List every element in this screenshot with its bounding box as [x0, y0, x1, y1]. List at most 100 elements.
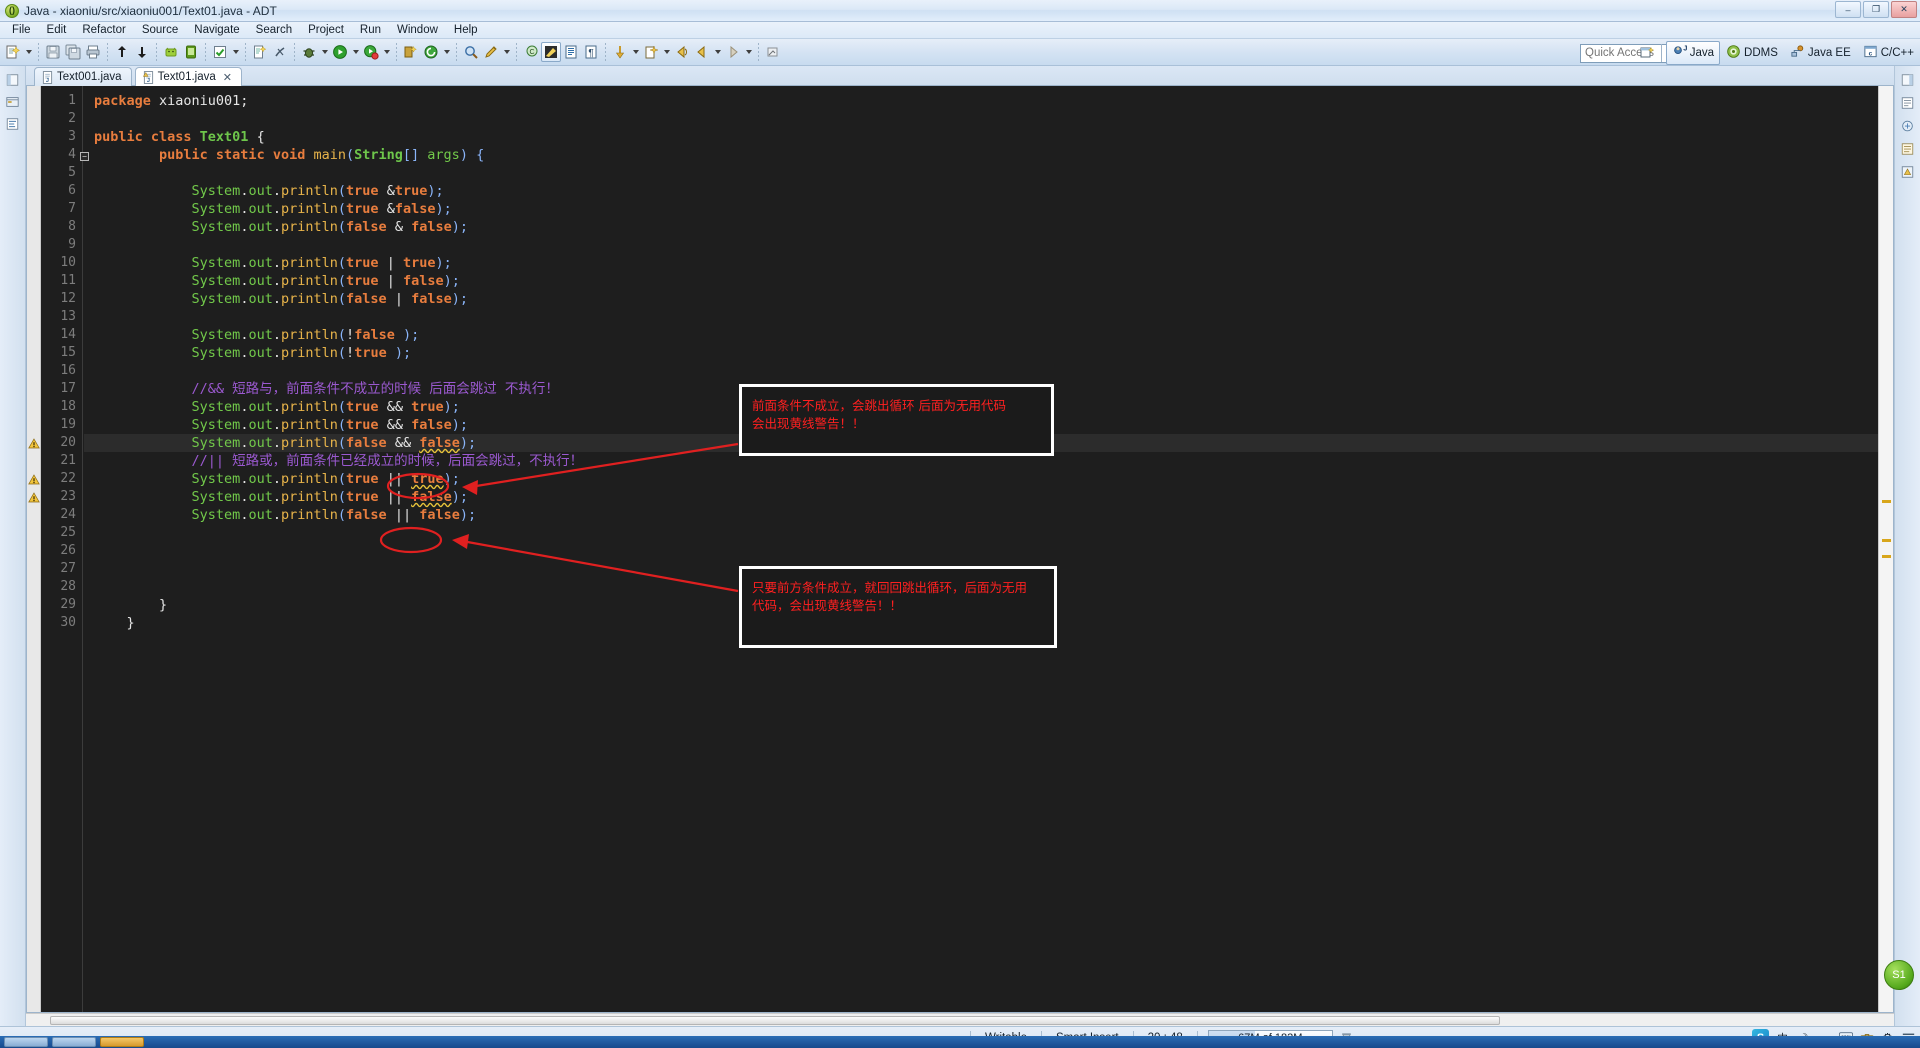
code-line[interactable]: System.out.println(!false );: [84, 326, 1878, 344]
new-java-project-icon[interactable]: [250, 42, 270, 62]
editor-code-area[interactable]: 1 2 3 4−5 6 7 8 9 10 11 12 13 14 15 16 17 18 19 20 21 22 23 24…: [41, 86, 1878, 1012]
next-annotation-dropdown-icon[interactable]: [630, 42, 641, 62]
menu-item-edit[interactable]: Edit: [39, 23, 75, 37]
editor-marker-column[interactable]: [27, 86, 41, 1012]
code-line[interactable]: [84, 524, 1878, 542]
code-line[interactable]: [84, 542, 1878, 560]
code-line[interactable]: [84, 110, 1878, 128]
android-sdk-manager-icon[interactable]: [161, 42, 181, 62]
print-icon[interactable]: [83, 42, 103, 62]
save-icon[interactable]: [43, 42, 63, 62]
new-untitled-icon[interactable]: [763, 42, 783, 62]
back-icon[interactable]: [692, 42, 712, 62]
pencil-dropdown-icon[interactable]: [501, 42, 512, 62]
back-dropdown-icon[interactable]: [712, 42, 723, 62]
code-line[interactable]: System.out.println(true | false);: [84, 272, 1878, 290]
code-line[interactable]: package xiaoniu001;: [84, 92, 1878, 110]
code-line[interactable]: [84, 308, 1878, 326]
editor-tab-close-icon[interactable]: ✕: [223, 71, 232, 84]
new-class-icon[interactable]: [401, 42, 421, 62]
overview-warning-mark[interactable]: [1882, 538, 1891, 542]
export-icon[interactable]: [112, 42, 132, 62]
check-marker-icon[interactable]: [210, 42, 230, 62]
coverage-dropdown-icon[interactable]: [381, 42, 392, 62]
horizontal-scrollbar-thumb[interactable]: [50, 1016, 1500, 1025]
taskbar-item[interactable]: [100, 1037, 144, 1047]
taskbar-item[interactable]: [52, 1037, 96, 1047]
menu-item-file[interactable]: File: [4, 23, 39, 37]
code-line[interactable]: [84, 236, 1878, 254]
perspective-java[interactable]: J Java: [1665, 40, 1721, 65]
pencil-icon[interactable]: [481, 42, 501, 62]
new-wizard-icon[interactable]: [3, 42, 23, 62]
coverage-icon[interactable]: [361, 42, 381, 62]
open-type-icon[interactable]: C: [521, 42, 541, 62]
perspective-cpp[interactable]: c C/C++: [1857, 41, 1920, 65]
debug-dropdown-icon[interactable]: [319, 42, 330, 62]
outline-icon[interactable]: [1899, 118, 1917, 134]
package-explorer-icon[interactable]: [4, 94, 22, 110]
task-list-icon[interactable]: [1899, 95, 1917, 111]
menu-item-source[interactable]: Source: [134, 23, 186, 37]
forward-dropdown-icon[interactable]: [743, 42, 754, 62]
open-perspective-icon[interactable]: [1637, 43, 1657, 63]
editor-tab-1[interactable]: J Text001.java: [34, 67, 132, 86]
code-line[interactable]: [84, 164, 1878, 182]
new-annotation-dropdown-icon[interactable]: [441, 42, 452, 62]
code-line[interactable]: System.out.println(false || false);: [84, 506, 1878, 524]
show-whitespace-icon[interactable]: [561, 42, 581, 62]
debug-icon[interactable]: [299, 42, 319, 62]
search-icon[interactable]: [461, 42, 481, 62]
perspective-javaee[interactable]: Java EE: [1784, 41, 1857, 65]
javadoc-icon[interactable]: [1899, 141, 1917, 157]
import-icon[interactable]: [132, 42, 152, 62]
taskbar-item[interactable]: [4, 1037, 48, 1047]
code-line[interactable]: System.out.println(true &false);: [84, 200, 1878, 218]
save-all-icon[interactable]: [63, 42, 83, 62]
menu-item-window[interactable]: Window: [389, 23, 446, 37]
previous-annotation-dropdown-icon[interactable]: [661, 42, 672, 62]
pilcrow-icon[interactable]: ¶: [581, 42, 601, 62]
code-line[interactable]: System.out.println(false | false);: [84, 290, 1878, 308]
code-line[interactable]: System.out.println(true || true);: [84, 470, 1878, 488]
run-dropdown-icon[interactable]: [350, 42, 361, 62]
maximize-button[interactable]: ❐: [1863, 1, 1889, 18]
toggle-markoccurrences-icon[interactable]: [541, 42, 561, 62]
code-line[interactable]: [84, 362, 1878, 380]
new-wizard-dropdown-icon[interactable]: [23, 42, 34, 62]
code-line[interactable]: System.out.println(false & false);: [84, 218, 1878, 236]
menu-item-help[interactable]: Help: [446, 23, 486, 37]
menu-item-project[interactable]: Project: [300, 23, 352, 37]
warning-marker-icon[interactable]: [28, 437, 40, 449]
previous-annotation-icon[interactable]: [641, 42, 661, 62]
overview-warning-mark[interactable]: [1882, 555, 1891, 559]
minimize-button[interactable]: –: [1835, 1, 1861, 18]
warning-marker-icon[interactable]: [28, 491, 40, 503]
restore-package-explorer-icon[interactable]: [4, 72, 22, 88]
run-icon[interactable]: [330, 42, 350, 62]
new-annotation-icon[interactable]: [421, 42, 441, 62]
last-edit-icon[interactable]: [672, 42, 692, 62]
float-badge[interactable]: S1: [1884, 960, 1914, 990]
next-annotation-icon[interactable]: [610, 42, 630, 62]
forward-icon[interactable]: [723, 42, 743, 62]
android-avd-manager-icon[interactable]: [181, 42, 201, 62]
menu-item-search[interactable]: Search: [248, 23, 300, 37]
menu-item-refactor[interactable]: Refactor: [74, 23, 133, 37]
overview-warning-mark[interactable]: [1882, 499, 1891, 503]
code-line[interactable]: public class Text01 {: [84, 128, 1878, 146]
close-button[interactable]: ✕: [1891, 1, 1917, 18]
horizontal-scrollbar[interactable]: [26, 1013, 1894, 1026]
source-code[interactable]: package xiaoniu001; public class Text01 …: [84, 86, 1878, 1012]
code-line[interactable]: public static void main(String[] args) {: [84, 146, 1878, 164]
code-line[interactable]: System.out.println(true | true);: [84, 254, 1878, 272]
menu-item-navigate[interactable]: Navigate: [186, 23, 247, 37]
code-line[interactable]: System.out.println(true || false);: [84, 488, 1878, 506]
restore-right-views-icon[interactable]: [1899, 72, 1917, 88]
check-marker-dropdown-icon[interactable]: [230, 42, 241, 62]
code-line[interactable]: System.out.println(!true );: [84, 344, 1878, 362]
perspective-ddms[interactable]: DDMS: [1720, 41, 1784, 65]
editor-tab-2[interactable]: J Text01.java ✕: [134, 67, 242, 86]
warning-marker-icon[interactable]: [28, 473, 40, 485]
link-break-icon[interactable]: [270, 42, 290, 62]
